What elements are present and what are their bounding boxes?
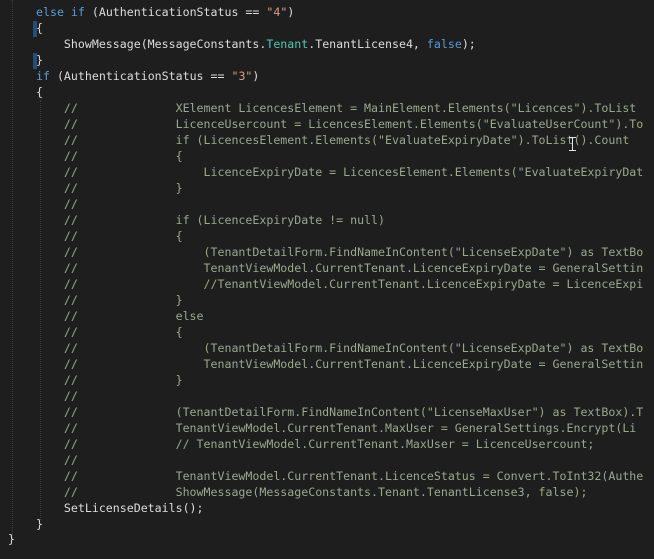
code-token: } [36,517,43,531]
code-token: // { [36,229,183,243]
code-token: // XElement LicencesElement = MainElemen… [36,101,637,115]
code-token: "4" [266,5,288,19]
code-line: } [36,516,43,532]
code-token: // } [36,293,183,307]
code-token: // TenantViewModel.CurrentTenant.MaxUser… [36,421,637,435]
code-token: // if (LicenceExpiryDate != null) [36,213,386,227]
code-token: // (TenantDetailForm.FindNameInContent("… [36,405,644,419]
code-line: ShowMessage(MessageConstants.Tenant.Tena… [36,36,476,52]
ibeam-cursor-icon [569,136,577,152]
code-token: { [36,21,43,35]
code-line: // } [36,180,183,196]
code-line: // //TenantViewModel.CurrentTenant.Licen… [36,276,643,292]
code-line: // if (LicenceExpiryDate != null) [36,212,385,228]
code-token: // LicenceUsercount = LicencesElement.El… [36,117,644,131]
code-line: // else [36,308,204,324]
code-line: // } [36,292,183,308]
code-line: if (AuthenticationStatus == "3") [36,68,259,84]
code-line: // LicenceUsercount = LicencesElement.El… [36,116,643,132]
code-token: // { [36,149,183,163]
code-line: // TenantViewModel.CurrentTenant.Licence… [36,356,643,372]
code-token: false [426,37,462,51]
code-line: // [36,388,78,404]
code-line: // } [36,372,183,388]
code-line: } [36,52,43,68]
code-line: { [36,20,43,36]
code-token: // // TenantViewModel.CurrentTenant.MaxU… [36,437,595,451]
code-line: // { [36,148,183,164]
code-token: // { [36,325,183,339]
code-token: // [36,453,78,467]
code-token: (AuthenticationStatus == [91,5,267,19]
code-line: // XElement LicencesElement = MainElemen… [36,100,636,116]
code-line: // TenantViewModel.CurrentTenant.Licence… [36,468,643,484]
code-line: // { [36,324,183,340]
code-line: // if (LicencesElement.Elements("Evaluat… [36,132,629,148]
code-token: // (TenantDetailForm.FindNameInContent("… [36,245,644,259]
code-token: // } [36,181,183,195]
code-line: // { [36,228,183,244]
code-line: // ShowMessage(MessageConstants.Tenant.T… [36,484,588,500]
code-token: // TenantViewModel.CurrentTenant.Licence… [36,469,644,483]
code-token: // else [36,309,204,323]
code-token: // TenantViewModel.CurrentTenant.Licence… [36,261,644,275]
code-line: // (TenantDetailForm.FindNameInContent("… [36,404,643,420]
code-token: if [36,69,57,83]
code-editor[interactable]: else if (AuthenticationStatus == "4"){ S… [0,0,654,559]
code-line: { [36,84,43,100]
code-token: ); [461,37,476,51]
code-line: // (TenantDetailForm.FindNameInContent("… [36,340,643,356]
code-token: { [36,85,43,99]
code-line: else if (AuthenticationStatus == "4") [36,4,294,20]
code-line: SetLicenseDetails(); [36,500,204,516]
code-token: // [36,389,78,403]
code-token: // } [36,373,183,387]
code-token: .TenantLicense4, [308,37,427,51]
code-token: ) [252,69,260,83]
code-token: else [36,5,71,19]
code-line: // LicenceExpiryDate = LicencesElement.E… [36,164,643,180]
code-token: ) [287,5,295,19]
code-token: // ShowMessage(MessageConstants.Tenant.T… [36,485,588,499]
indent-guide [12,0,13,540]
code-token: if [70,5,92,19]
code-line: // TenantViewModel.CurrentTenant.Licence… [36,260,643,276]
code-token: } [36,53,43,67]
code-token: (AuthenticationStatus == [56,69,232,83]
code-token: "3" [231,69,253,83]
closing-brace: } [8,532,15,546]
code-line: // (TenantDetailForm.FindNameInContent("… [36,244,643,260]
code-token: // LicenceExpiryDate = LicencesElement.E… [36,165,644,179]
code-token: Tenant [266,37,309,51]
code-token: ShowMessage(MessageConstants. [36,37,267,51]
code-token: SetLicenseDetails(); [36,501,204,515]
code-line: // [36,196,78,212]
code-token: // if (LicencesElement.Elements("Evaluat… [36,133,630,147]
code-token: // (TenantDetailForm.FindNameInContent("… [36,341,644,355]
code-line: // TenantViewModel.CurrentTenant.MaxUser… [36,420,636,436]
code-line: // // TenantViewModel.CurrentTenant.MaxU… [36,436,595,452]
code-token: // //TenantViewModel.CurrentTenant.Licen… [36,277,644,291]
code-token: // [36,197,78,211]
code-line: // [36,452,78,468]
code-token: // TenantViewModel.CurrentTenant.Licence… [36,357,644,371]
